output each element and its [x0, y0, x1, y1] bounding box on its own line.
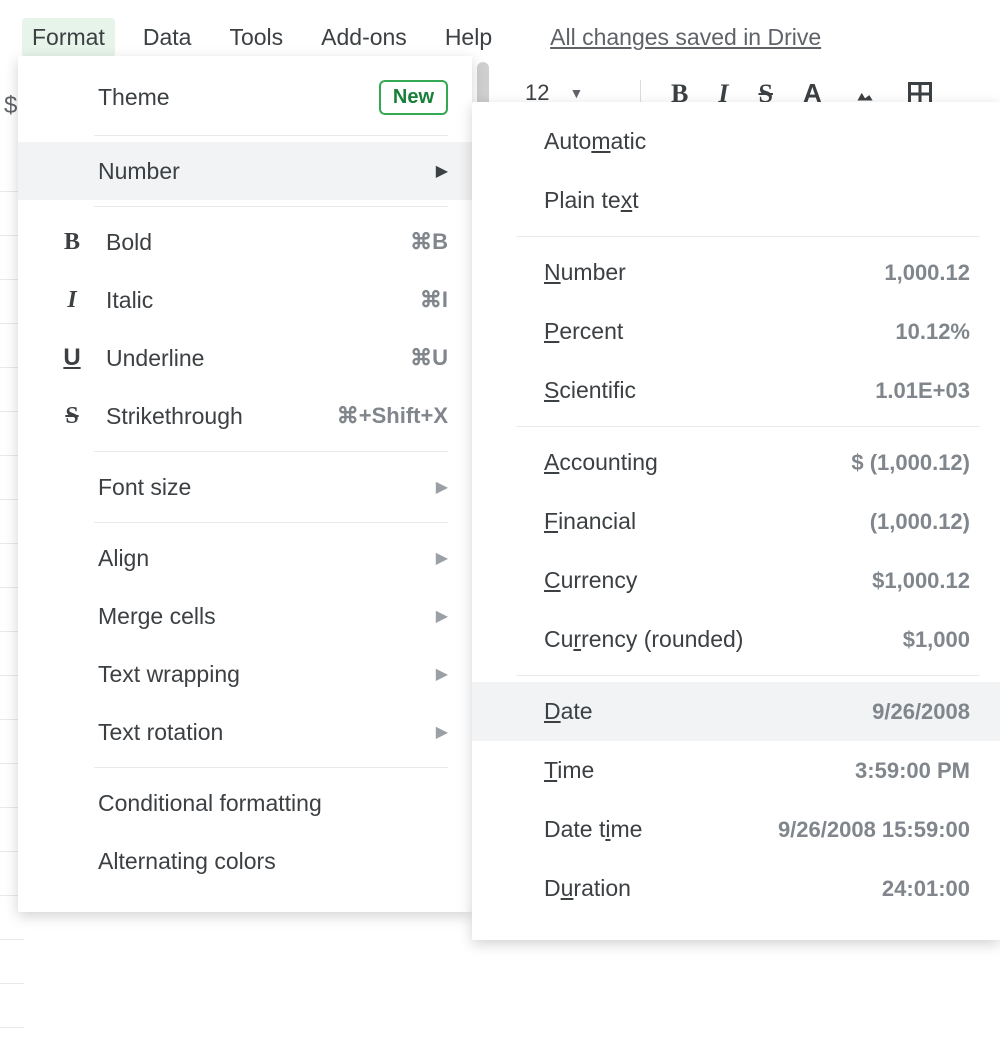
item-label: Accounting: [544, 449, 851, 476]
format-dropdown: Theme New Number ▶ B Bold ⌘B I Italic ⌘I…: [18, 56, 472, 912]
item-label: Time: [544, 757, 855, 784]
item-label: Plain text: [544, 187, 970, 214]
submenu-separator: [516, 426, 980, 427]
submenu-arrow-icon: ▶: [436, 664, 448, 684]
submenu-arrow-icon: ▶: [436, 477, 448, 497]
menu-addons[interactable]: Add-ons: [311, 18, 417, 57]
number-date[interactable]: Date 9/26/2008: [472, 682, 1000, 741]
item-example: 3:59:00 PM: [855, 758, 970, 784]
number-currency-rounded[interactable]: Currency (rounded) $1,000: [472, 610, 1000, 669]
menu-wrap-label: Text wrapping: [62, 661, 436, 688]
number-currency[interactable]: Currency $1,000.12: [472, 551, 1000, 610]
menu-strike-label: Strikethrough: [102, 403, 337, 430]
menu-data[interactable]: Data: [133, 18, 202, 57]
item-label: Scientific: [544, 377, 875, 404]
number-automatic[interactable]: Automatic: [472, 112, 1000, 171]
item-example: 9/26/2008: [872, 699, 970, 725]
menu-format[interactable]: Format: [22, 18, 115, 57]
submenu-separator: [516, 236, 980, 237]
item-label: Date time: [544, 816, 778, 843]
shortcut-text: ⌘I: [420, 287, 448, 313]
italic-icon: I: [58, 287, 86, 314]
item-example: $1,000.12: [872, 568, 970, 594]
number-financial[interactable]: Financial (1,000.12): [472, 492, 1000, 551]
submenu-arrow-icon: ▶: [436, 548, 448, 568]
menu-separator: [94, 767, 448, 768]
shortcut-text: ⌘B: [410, 229, 448, 255]
menu-strikethrough[interactable]: S Strikethrough ⌘+Shift+X: [18, 387, 472, 445]
menu-separator: [94, 451, 448, 452]
menu-number[interactable]: Number ▶: [18, 142, 472, 200]
item-label: Percent: [544, 318, 895, 345]
menu-alternating-colors[interactable]: Alternating colors: [18, 832, 472, 890]
menu-number-label: Number: [62, 158, 436, 185]
item-label: Financial: [544, 508, 870, 535]
toolbar-currency-button[interactable]: $: [0, 92, 17, 120]
menu-theme[interactable]: Theme New: [18, 66, 472, 129]
menu-fontsize[interactable]: Font size ▶: [18, 458, 472, 516]
number-plain-text[interactable]: Plain text: [472, 171, 1000, 230]
new-badge: New: [379, 80, 448, 115]
number-accounting[interactable]: Accounting $ (1,000.12): [472, 433, 1000, 492]
menu-text-rotation[interactable]: Text rotation ▶: [18, 703, 472, 761]
item-label: Duration: [544, 875, 882, 902]
menu-separator: [94, 522, 448, 523]
menu-conditional-formatting[interactable]: Conditional formatting: [18, 774, 472, 832]
item-example: (1,000.12): [870, 509, 970, 535]
item-label: Automatic: [544, 128, 970, 155]
menu-italic[interactable]: I Italic ⌘I: [18, 271, 472, 329]
menu-italic-label: Italic: [102, 287, 420, 314]
number-duration[interactable]: Duration 24:01:00: [472, 859, 1000, 918]
number-time[interactable]: Time 3:59:00 PM: [472, 741, 1000, 800]
item-example: $1,000: [903, 627, 970, 653]
menu-merge-label: Merge cells: [62, 603, 436, 630]
menu-conditional-label: Conditional formatting: [62, 790, 448, 817]
menu-align-label: Align: [62, 545, 436, 572]
menu-bold[interactable]: B Bold ⌘B: [18, 213, 472, 271]
submenu-arrow-icon: ▶: [436, 161, 448, 181]
item-example: 9/26/2008 15:59:00: [778, 817, 970, 843]
menu-merge-cells[interactable]: Merge cells ▶: [18, 587, 472, 645]
number-percent[interactable]: Percent 10.12%: [472, 302, 1000, 361]
item-example: 24:01:00: [882, 876, 970, 902]
item-example: 1.01E+03: [875, 378, 970, 404]
saved-in-drive-link[interactable]: All changes saved in Drive: [550, 24, 821, 51]
menu-tools[interactable]: Tools: [219, 18, 293, 57]
menu-separator: [94, 206, 448, 207]
menu-rotation-label: Text rotation: [62, 719, 436, 746]
menu-underline[interactable]: U Underline ⌘U: [18, 329, 472, 387]
number-datetime[interactable]: Date time 9/26/2008 15:59:00: [472, 800, 1000, 859]
menu-theme-label: Theme: [62, 84, 379, 111]
number-submenu: Automatic Plain text Number 1,000.12 Per…: [472, 102, 1000, 940]
submenu-arrow-icon: ▶: [436, 722, 448, 742]
menu-text-wrapping[interactable]: Text wrapping ▶: [18, 645, 472, 703]
bold-icon: B: [58, 229, 86, 256]
item-example: 10.12%: [895, 319, 970, 345]
number-scientific[interactable]: Scientific 1.01E+03: [472, 361, 1000, 420]
item-label: Currency (rounded): [544, 626, 903, 653]
item-label: Date: [544, 698, 872, 725]
menu-underline-label: Underline: [102, 345, 410, 372]
menu-bold-label: Bold: [102, 229, 410, 256]
item-example: $ (1,000.12): [851, 450, 970, 476]
shortcut-text: ⌘+Shift+X: [337, 403, 448, 429]
item-example: 1,000.12: [884, 260, 970, 286]
underline-icon: U: [58, 344, 86, 372]
menu-fontsize-label: Font size: [62, 474, 436, 501]
item-label: Number: [544, 259, 884, 286]
shortcut-text: ⌘U: [410, 345, 448, 371]
strikethrough-icon: S: [58, 403, 86, 430]
submenu-separator: [516, 675, 980, 676]
submenu-arrow-icon: ▶: [436, 606, 448, 626]
menu-help[interactable]: Help: [435, 18, 502, 57]
menu-align[interactable]: Align ▶: [18, 529, 472, 587]
menu-alternating-label: Alternating colors: [62, 848, 448, 875]
caret-down-icon: ▼: [569, 85, 583, 101]
number-number[interactable]: Number 1,000.12: [472, 243, 1000, 302]
item-label: Currency: [544, 567, 872, 594]
menu-separator: [94, 135, 448, 136]
